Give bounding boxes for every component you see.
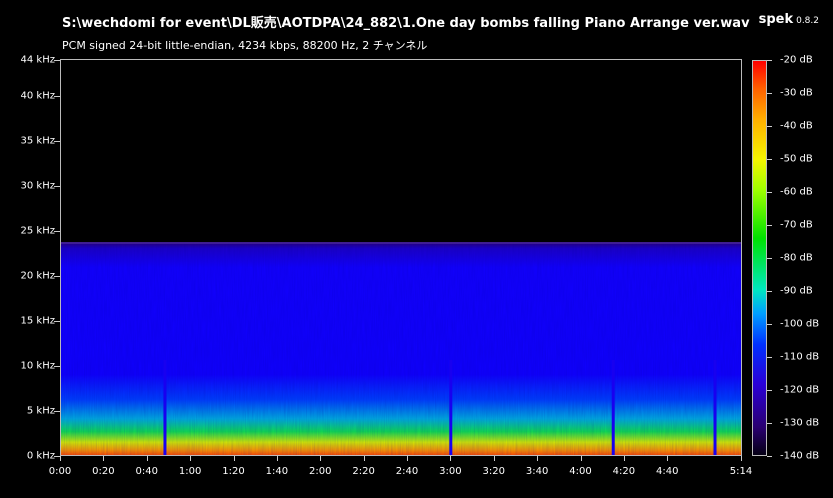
y-tick [54,96,60,97]
x-tick [741,456,742,461]
x-tick-label: 3:40 [525,466,549,477]
x-tick [537,456,538,461]
x-tick [190,456,191,461]
y-tick-label: 0 kHz [26,450,55,462]
file-title: S:\wechdomi for event\DL販売\AOTDPA\24_882… [62,16,750,31]
colorbar-tick [767,192,772,193]
x-tick [364,456,365,461]
colorbar-tick-label: -110 dB [780,351,820,363]
stream-info: PCM signed 24-bit little-endian, 4234 kb… [62,39,428,52]
y-tick-label: 35 kHz [20,135,55,147]
y-tick [54,411,60,412]
colorbar-tick-label: -140 dB [780,450,820,462]
colorbar-tick-label: -90 dB [780,285,813,297]
x-tick-label: 1:40 [265,466,289,477]
colorbar-tick-label: -60 dB [780,186,813,198]
x-tick [103,456,104,461]
colorbar-tick-label: -50 dB [780,153,813,165]
x-tick [581,456,582,461]
y-tick-label: 40 kHz [20,90,55,102]
x-tick [277,456,278,461]
colorbar-tick [767,126,772,127]
x-tick [320,456,321,461]
energy-texture [61,242,741,455]
x-tick-label: 1:20 [222,466,245,477]
colorbar-tick-label: -30 dB [780,87,813,99]
x-tick-label: 0:40 [135,466,158,477]
colorbar-tick [767,258,772,259]
quiet-gap [713,360,717,455]
x-tick-label: 3:20 [482,466,505,477]
x-tick-label: 0:20 [92,466,115,477]
spectrogram [60,59,742,456]
x-tick-label: 4:20 [612,466,636,477]
spectrogram-canvas [61,60,741,455]
colorbar-tick [767,390,772,391]
y-tick [54,276,60,277]
colorbar [752,60,767,456]
colorbar-tick-label: -80 dB [780,252,813,264]
y-tick [54,321,60,322]
quiet-gap [449,360,453,455]
colorbar-tick [767,60,772,61]
x-tick-label: 2:20 [352,466,375,477]
y-tick-label: 10 kHz [20,360,55,372]
x-tick [60,456,61,461]
colorbar-tick [767,93,772,94]
x-tick-label: 3:00 [439,466,462,477]
y-tick [54,231,60,232]
quiet-gap [611,360,615,455]
y-tick [54,60,60,61]
x-tick-label: 4:40 [656,466,679,477]
x-tick [234,456,235,461]
app-name: spek [758,12,794,27]
y-tick [54,366,60,367]
colorbar-tick [767,357,772,358]
x-tick-label: 2:40 [395,466,419,477]
x-tick [494,456,495,461]
x-tick-label: 2:00 [309,466,332,477]
x-tick-label: 0:00 [48,466,72,477]
colorbar-tick [767,291,772,292]
colorbar-tick [767,423,772,424]
colorbar-tick-label: -40 dB [780,120,813,132]
colorbar-tick-label: -120 dB [780,384,820,396]
x-tick [147,456,148,461]
y-tick-label: 20 kHz [20,270,55,282]
x-tick [624,456,625,461]
colorbar-tick [767,456,772,457]
x-tick-label: 4:00 [569,466,592,477]
colorbar-tick-label: -70 dB [780,219,813,231]
y-tick-label: 44 kHz [20,54,55,66]
x-tick [407,456,408,461]
colorbar-tick [767,159,772,160]
y-tick-label: 15 kHz [20,315,55,327]
app-version: 0.8.2 [796,16,819,26]
x-tick [450,456,451,461]
colorbar-tick [767,225,772,226]
app-brand: spek 0.8.2 [759,12,819,27]
y-tick [54,186,60,187]
x-tick-label: 5:14 [729,466,753,477]
colorbar-tick-label: -20 dB [780,54,813,66]
y-tick-label: 5 kHz [26,405,55,417]
y-tick [54,141,60,142]
x-tick-label: 1:00 [178,466,202,477]
colorbar-tick [767,324,772,325]
y-tick-label: 30 kHz [20,180,55,192]
y-tick-label: 25 kHz [20,225,55,237]
colorbar-tick-label: -130 dB [780,417,820,429]
x-tick [667,456,668,461]
colorbar-tick-label: -100 dB [780,318,820,330]
quiet-gap [163,360,167,455]
